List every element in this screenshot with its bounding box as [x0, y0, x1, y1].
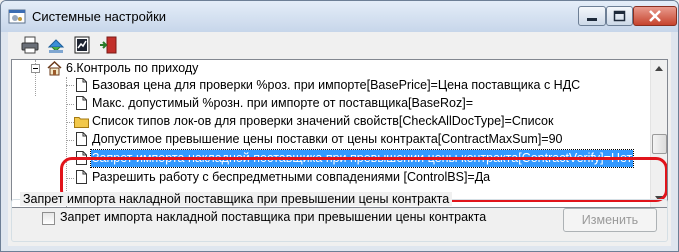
title-bar[interactable]: Системные настройки [1, 1, 678, 32]
close-button[interactable] [633, 6, 677, 26]
toolbar [8, 32, 671, 58]
settings-window: Системные настройки 6.Контроль по приход… [0, 0, 679, 252]
tree-item-label: Допустимое превышение цены поставки от ц… [92, 132, 563, 146]
tree-item-label: Базовая цена для проверки %роз. при импо… [92, 78, 581, 92]
close-icon [649, 10, 661, 22]
client-area: 6.Контроль по приходу Базовая цена для п… [8, 32, 671, 246]
tree-item-label: Список типов лок-ов для проверки значени… [92, 114, 554, 128]
refresh-icon [47, 39, 65, 53]
report-button[interactable] [72, 35, 92, 55]
minimize-icon [587, 18, 597, 21]
change-button[interactable]: Изменить [563, 208, 657, 232]
tree-item-baseprice[interactable]: Базовая цена для проверки %роз. при импо… [12, 77, 649, 94]
collapse-minus-icon[interactable] [31, 64, 40, 73]
document-icon [76, 96, 87, 110]
folder-icon [74, 117, 89, 128]
window-title: Системные настройки [32, 9, 167, 24]
tree-node-6[interactable]: 6.Контроль по приходу [12, 60, 649, 77]
tree-item-baseroz[interactable]: Макс. допустимый %розн. при импорте от п… [12, 95, 649, 112]
exit-button[interactable] [98, 35, 118, 55]
document-icon [76, 78, 87, 92]
print-button[interactable] [20, 35, 40, 55]
exit-door-icon [100, 36, 117, 54]
minimize-button[interactable] [578, 6, 606, 26]
document-icon [76, 132, 87, 146]
tree-item-label: Макс. допустимый %розн. при импорте от п… [92, 96, 473, 110]
checkbox-label: Запрет импорта накладной поставщика при … [60, 210, 487, 224]
maximize-button[interactable] [606, 6, 633, 26]
house-icon [47, 61, 62, 76]
scroll-up-arrow-icon[interactable] [651, 60, 667, 77]
contract-verify-checkbox[interactable] [42, 212, 55, 225]
group-title: Запрет импорта накладной поставщика при … [20, 192, 453, 206]
report-icon [74, 36, 90, 54]
settings-app-icon [8, 9, 26, 24]
refresh-button[interactable] [46, 35, 66, 55]
settings-tree[interactable]: 6.Контроль по приходу Базовая цена для п… [11, 59, 668, 208]
printer-icon [21, 36, 39, 54]
tree-item-contractmaxsum[interactable]: Допустимое превышение цены поставки от ц… [12, 131, 649, 148]
scrollbar-thumb[interactable] [652, 134, 667, 154]
maximize-icon [613, 10, 626, 22]
tree-item-label: 6.Контроль по приходу [66, 61, 199, 75]
tree-item-checkalldoctype[interactable]: Список типов лок-ов для проверки значени… [12, 113, 649, 130]
